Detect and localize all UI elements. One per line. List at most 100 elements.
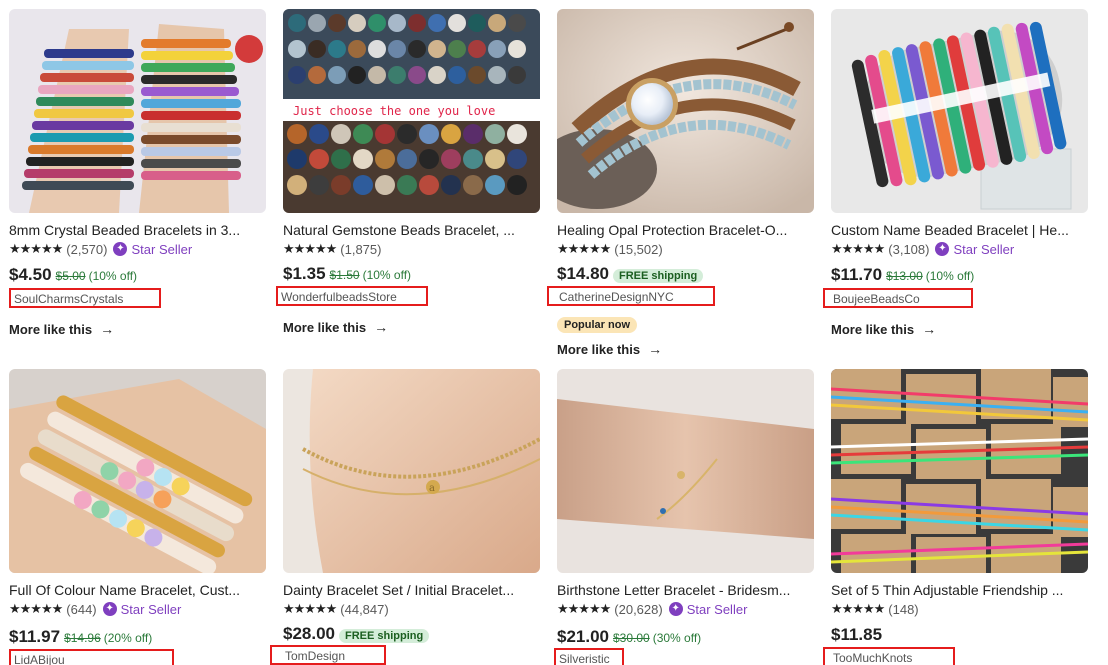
discount: (20% off): [103, 631, 153, 645]
review-count: (15,502): [614, 241, 663, 257]
listing-image[interactable]: [9, 9, 266, 213]
listing-card[interactable]: Full Of Colour Name Bracelet, Cust... ★★…: [9, 369, 266, 665]
listing-image[interactable]: a: [283, 369, 540, 573]
arrow-right-icon: →: [100, 321, 115, 337]
shop-name[interactable]: SoulCharmsCrystals: [9, 288, 161, 308]
rating-row: ★★★★★ (44,847): [283, 600, 540, 618]
shop-name[interactable]: BoujeeBeadsCo: [823, 288, 973, 308]
shop-name[interactable]: LidABijou: [9, 649, 174, 665]
original-price: $13.00: [886, 269, 923, 283]
star-rating: ★★★★★: [283, 601, 337, 616]
listing-card[interactable]: Set of 5 Thin Adjustable Friendship ... …: [823, 369, 1088, 665]
shop-name[interactable]: TomDesign: [270, 645, 386, 665]
opal-bracelet-photo: [557, 9, 814, 213]
shop-name[interactable]: TooMuchKnots: [823, 647, 955, 665]
star-rating: ★★★★★: [9, 601, 63, 616]
star-rating: ★★★★★: [831, 241, 885, 256]
star-rating: ★★★★★: [557, 241, 611, 256]
listing-card[interactable]: a Dainty Bracelet Set / Initial Bracelet…: [270, 369, 540, 665]
shop-name[interactable]: Silveristic: [554, 648, 624, 665]
listing-title[interactable]: Natural Gemstone Beads Bracelet, ...: [283, 221, 540, 239]
rating-row: ★★★★★ (644) ✦ Star Seller: [9, 600, 266, 618]
review-count: (44,847): [340, 601, 389, 617]
review-count: (644): [66, 601, 97, 617]
listing-title[interactable]: Set of 5 Thin Adjustable Friendship ...: [831, 581, 1088, 599]
price-row: $14.80 FREE shipping: [557, 264, 814, 284]
bead-bracelets-photo: [9, 9, 266, 213]
star-rating: ★★★★★: [831, 601, 885, 616]
svg-text:a: a: [429, 483, 435, 494]
review-count: (2,570): [66, 241, 108, 257]
sale-price: $1.35: [283, 264, 326, 283]
listing-title[interactable]: Custom Name Beaded Bracelet | He...: [831, 221, 1088, 239]
review-count: (1,875): [340, 241, 382, 257]
price-row: $21.00 $30.00 (30% off): [557, 627, 814, 647]
discount: (10% off): [362, 268, 412, 282]
price-row: $11.97 $14.96 (20% off): [9, 627, 266, 647]
discount: (10% off): [925, 269, 975, 283]
rating-row: ★★★★★ (148): [831, 600, 1088, 618]
listing-image[interactable]: [9, 369, 266, 573]
star-rating: ★★★★★: [557, 601, 611, 616]
listing-image[interactable]: [557, 9, 814, 213]
original-price: $14.96: [64, 631, 101, 645]
free-shipping-badge: FREE shipping: [339, 629, 430, 643]
shop-name[interactable]: WonderfulbeadsStore: [276, 286, 428, 306]
listing-title[interactable]: 8mm Crystal Beaded Bracelets in 3...: [9, 221, 266, 239]
more-like-this-link[interactable]: More like this →: [283, 319, 388, 335]
image-caption: Just choose the one you love: [293, 104, 495, 118]
sale-price: $11.97: [9, 627, 61, 646]
sale-price: $11.70: [831, 265, 883, 284]
price-row: $4.50 $5.00 (10% off): [9, 265, 266, 285]
rating-row: ★★★★★ (20,628) ✦ Star Seller: [557, 600, 814, 618]
review-count: (3,108): [888, 241, 930, 257]
birthstone-bracelet-photo: [557, 369, 814, 573]
listing-title[interactable]: Dainty Bracelet Set / Initial Bracelet..…: [283, 581, 540, 599]
name-bracelets-stand-photo: [831, 9, 1088, 213]
star-seller-badge-icon: ✦: [935, 242, 950, 256]
listing-image[interactable]: [557, 369, 814, 573]
more-like-this-link[interactable]: More like this →: [831, 321, 936, 337]
more-like-this-link[interactable]: More like this →: [557, 341, 662, 357]
star-rating: ★★★★★: [283, 241, 337, 256]
price-row: $28.00 FREE shipping: [283, 624, 540, 644]
sale-price: $11.85: [831, 625, 883, 644]
price-row: $11.70 $13.00 (10% off): [831, 265, 1088, 285]
star-seller-badge-icon: ✦: [113, 242, 128, 256]
rating-row: ★★★★★ (1,875): [283, 240, 540, 258]
listing-image[interactable]: [831, 9, 1088, 213]
friendship-bracelets-photo: [831, 369, 1088, 573]
listing-card[interactable]: Birthstone Letter Bracelet - Bridesm... …: [554, 369, 814, 665]
shop-name[interactable]: CatherineDesignNYC: [547, 286, 715, 306]
listing-card[interactable]: Custom Name Beaded Bracelet | He... ★★★★…: [823, 9, 1088, 337]
listing-card[interactable]: 8mm Crystal Beaded Bracelets in 3... ★★★…: [9, 9, 266, 337]
listing-title[interactable]: Full Of Colour Name Bracelet, Cust...: [9, 581, 266, 599]
free-shipping-badge: FREE shipping: [613, 269, 704, 283]
original-price: $1.50: [329, 268, 360, 282]
arrow-right-icon: →: [374, 319, 389, 335]
price-row: $11.85: [831, 625, 1088, 645]
gemstone-bracelets-photo: Just choose the one you love: [283, 9, 540, 213]
listing-card[interactable]: Healing Opal Protection Bracelet-O... ★★…: [547, 9, 814, 357]
sale-price: $28.00: [283, 624, 335, 643]
listing-card[interactable]: Just choose the one you love Natural Gem…: [276, 9, 540, 335]
review-count: (148): [888, 601, 919, 617]
sale-price: $14.80: [557, 264, 609, 283]
listing-image[interactable]: Just choose the one you love: [283, 9, 540, 213]
sale-price: $4.50: [9, 265, 52, 284]
listing-title[interactable]: Healing Opal Protection Bracelet-O...: [557, 221, 814, 239]
star-seller-badge: ✦ Star Seller: [668, 602, 747, 617]
listing-title[interactable]: Birthstone Letter Bracelet - Bridesm...: [557, 581, 814, 599]
more-like-this-link[interactable]: More like this →: [9, 321, 114, 337]
rating-row: ★★★★★ (15,502): [557, 240, 814, 258]
discount: (10% off): [88, 269, 138, 283]
rating-row: ★★★★★ (3,108) ✦ Star Seller: [831, 240, 1088, 258]
star-seller-badge: ✦ Star Seller: [113, 242, 192, 257]
star-seller-badge-icon: ✦: [102, 602, 117, 616]
review-count: (20,628): [614, 601, 663, 617]
original-price: $5.00: [55, 269, 86, 283]
letter-bead-bracelets-photo: [9, 369, 266, 573]
star-seller-badge: ✦ Star Seller: [935, 242, 1014, 257]
price-row: $1.35 $1.50 (10% off): [283, 264, 540, 284]
listing-image[interactable]: [831, 369, 1088, 573]
